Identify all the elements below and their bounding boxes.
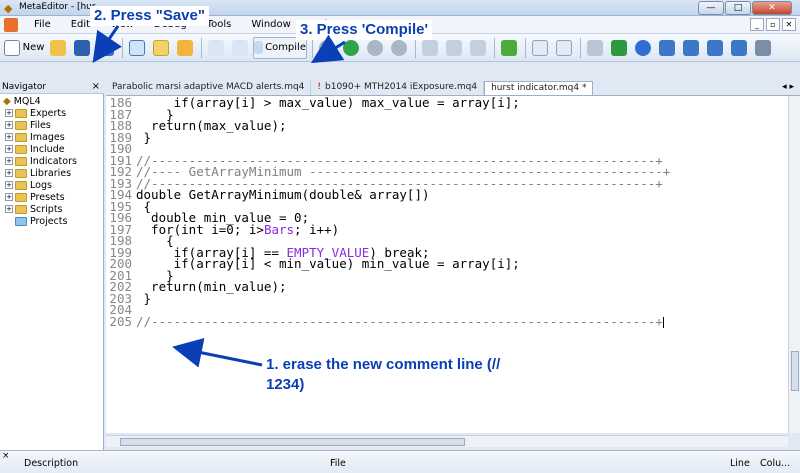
- arrow-to-save: [92, 25, 122, 63]
- arrow-to-line-205: [172, 338, 263, 368]
- metaeditor-window: ◆ MetaEditor - [hur — □ ✕ File Edit View…: [0, 0, 800, 473]
- annotation-arrows: [92, 25, 346, 368]
- arrow-to-compile: [310, 34, 346, 64]
